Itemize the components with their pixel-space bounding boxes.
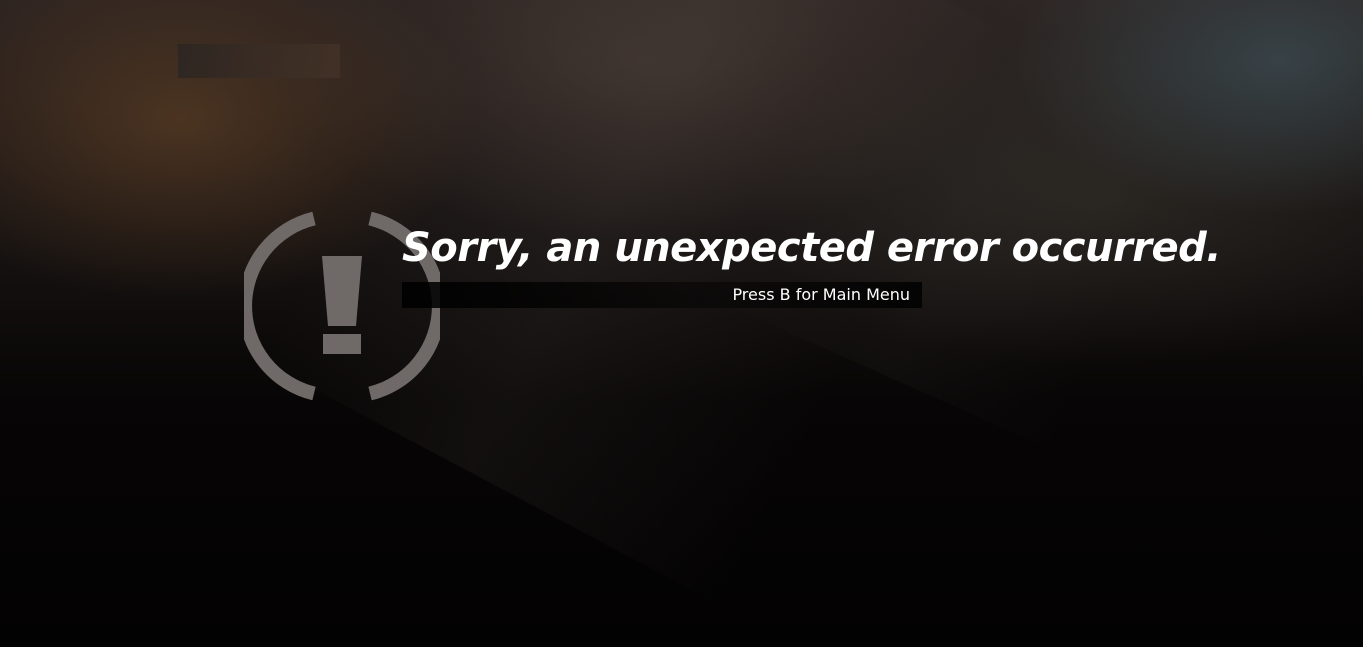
- main-menu-prompt-bar: Press B for Main Menu: [402, 282, 922, 308]
- main-menu-prompt[interactable]: Press B for Main Menu: [732, 282, 910, 308]
- header-placeholder-block: [178, 44, 340, 78]
- error-message: Sorry, an unexpected error occurred.: [402, 225, 1221, 271]
- error-screen: Sorry, an unexpected error occurred. Pre…: [0, 0, 1363, 647]
